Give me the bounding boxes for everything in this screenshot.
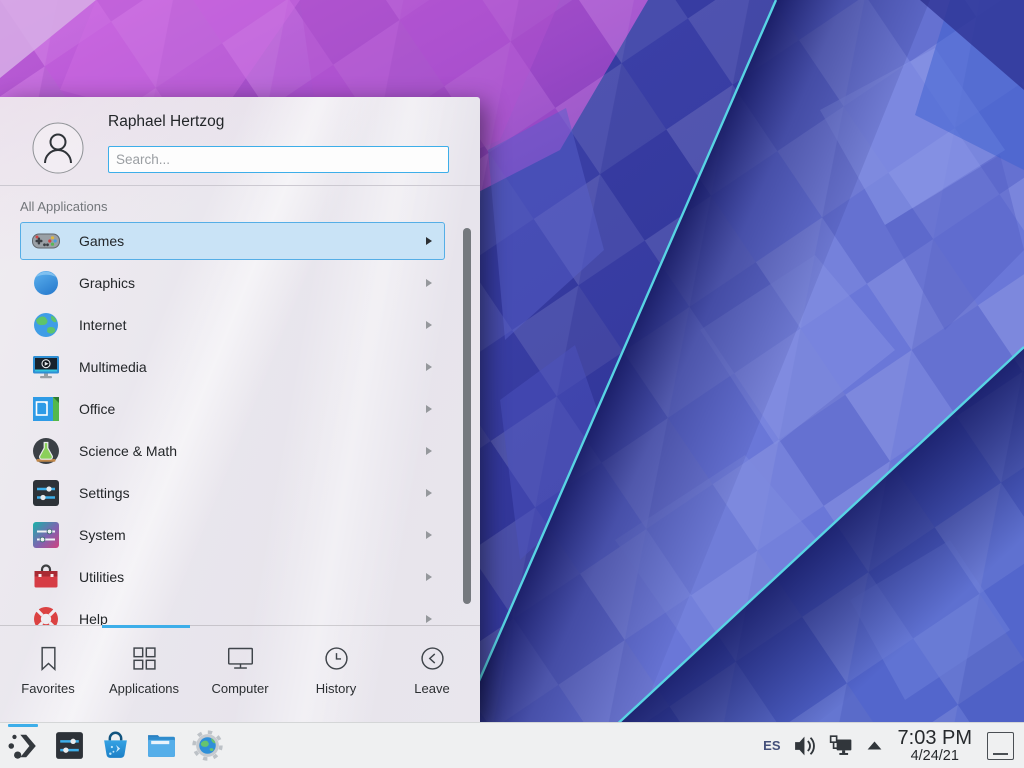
system-settings-icon (54, 730, 85, 761)
launcher-tab-bar: Favorites Applications Computer (0, 629, 480, 722)
submenu-arrow-icon (426, 363, 432, 371)
submenu-arrow-icon (426, 279, 432, 287)
user-icon (32, 122, 84, 174)
clock-time: 7:03 PM (898, 728, 972, 748)
tab-label: History (316, 681, 356, 696)
help-icon (31, 604, 61, 625)
show-desktop-button[interactable] (987, 732, 1014, 760)
tray-expander-icon[interactable] (866, 739, 883, 752)
network-icon[interactable] (829, 734, 853, 758)
history-icon (322, 644, 351, 673)
submenu-arrow-icon (426, 321, 432, 329)
graphics-icon (31, 268, 61, 298)
menu-item-label: Science & Math (79, 443, 177, 459)
submenu-arrow-icon (426, 447, 432, 455)
menu-item-office[interactable]: Office (20, 390, 445, 428)
section-label: All Applications (20, 199, 107, 214)
submenu-arrow-icon (426, 573, 432, 581)
kde-launcher-icon (7, 730, 39, 762)
system-settings-button[interactable] (46, 723, 92, 768)
menu-item-games[interactable]: Games (20, 222, 445, 260)
menu-item-label: Help (79, 611, 108, 625)
tab-label: Applications (109, 681, 179, 696)
system-icon (31, 520, 61, 550)
app-launcher-button[interactable] (0, 723, 46, 768)
discover-bag-icon (100, 730, 131, 761)
clock-date: 4/24/21 (898, 748, 972, 764)
volume-icon[interactable] (794, 735, 816, 757)
menu-item-help[interactable]: Help (20, 600, 445, 625)
tabbar-divider (0, 625, 480, 626)
tab-label: Leave (414, 681, 449, 696)
menu-item-label: Multimedia (79, 359, 147, 375)
tab-applications[interactable]: Applications (96, 629, 192, 722)
menu-item-internet[interactable]: Internet (20, 306, 445, 344)
menu-item-label: Settings (79, 485, 130, 501)
menu-item-label: Office (79, 401, 115, 417)
menu-item-label: Utilities (79, 569, 124, 585)
settings-icon (31, 478, 61, 508)
office-icon (31, 394, 61, 424)
folder-icon (146, 730, 177, 761)
tab-computer[interactable]: Computer (192, 629, 288, 722)
internet-icon (31, 310, 61, 340)
tab-label: Computer (211, 681, 268, 696)
desktop[interactable]: Raphael Hertzog All Applications Games (0, 0, 1024, 768)
application-category-list: Games Graphics Internet (20, 222, 445, 625)
globe-gear-icon (192, 730, 223, 761)
computer-icon (226, 644, 255, 673)
keyboard-layout-indicator[interactable]: ES (763, 738, 780, 753)
submenu-arrow-icon (426, 405, 432, 413)
science-icon (31, 436, 61, 466)
digital-clock[interactable]: 7:03 PM 4/24/21 (898, 728, 972, 764)
menu-item-utilities[interactable]: Utilities (20, 558, 445, 596)
search-input[interactable] (108, 146, 449, 173)
submenu-arrow-icon (426, 237, 432, 245)
launcher-header: Raphael Hertzog (0, 97, 480, 186)
tab-label: Favorites (21, 681, 74, 696)
taskbar: ES (0, 722, 1024, 768)
menu-item-label: Graphics (79, 275, 135, 291)
tab-history[interactable]: History (288, 629, 384, 722)
multimedia-icon (31, 352, 61, 382)
applications-icon (130, 644, 159, 673)
application-launcher-menu: Raphael Hertzog All Applications Games (0, 97, 480, 722)
tab-favorites[interactable]: Favorites (0, 629, 96, 722)
file-manager-button[interactable] (138, 723, 184, 768)
menu-item-multimedia[interactable]: Multimedia (20, 348, 445, 386)
games-icon (31, 226, 61, 256)
submenu-arrow-icon (426, 615, 432, 623)
menu-item-science-math[interactable]: Science & Math (20, 432, 445, 470)
submenu-arrow-icon (426, 531, 432, 539)
menu-item-system[interactable]: System (20, 516, 445, 554)
menu-item-label: Internet (79, 317, 126, 333)
user-avatar[interactable] (32, 122, 84, 174)
tab-leave[interactable]: Leave (384, 629, 480, 722)
user-name: Raphael Hertzog (108, 113, 224, 131)
menu-item-label: System (79, 527, 126, 543)
menu-scrollbar[interactable] (463, 228, 471, 604)
menu-item-graphics[interactable]: Graphics (20, 264, 445, 302)
submenu-arrow-icon (426, 489, 432, 497)
utilities-icon (31, 562, 61, 592)
active-task-indicator (8, 724, 38, 727)
system-tray: ES (763, 728, 1014, 764)
discover-button[interactable] (92, 723, 138, 768)
menu-item-settings[interactable]: Settings (20, 474, 445, 512)
active-tab-indicator (102, 625, 190, 628)
favorites-icon (34, 644, 63, 673)
leave-icon (418, 644, 447, 673)
menu-item-label: Games (79, 233, 124, 249)
web-browser-button[interactable] (184, 723, 230, 768)
